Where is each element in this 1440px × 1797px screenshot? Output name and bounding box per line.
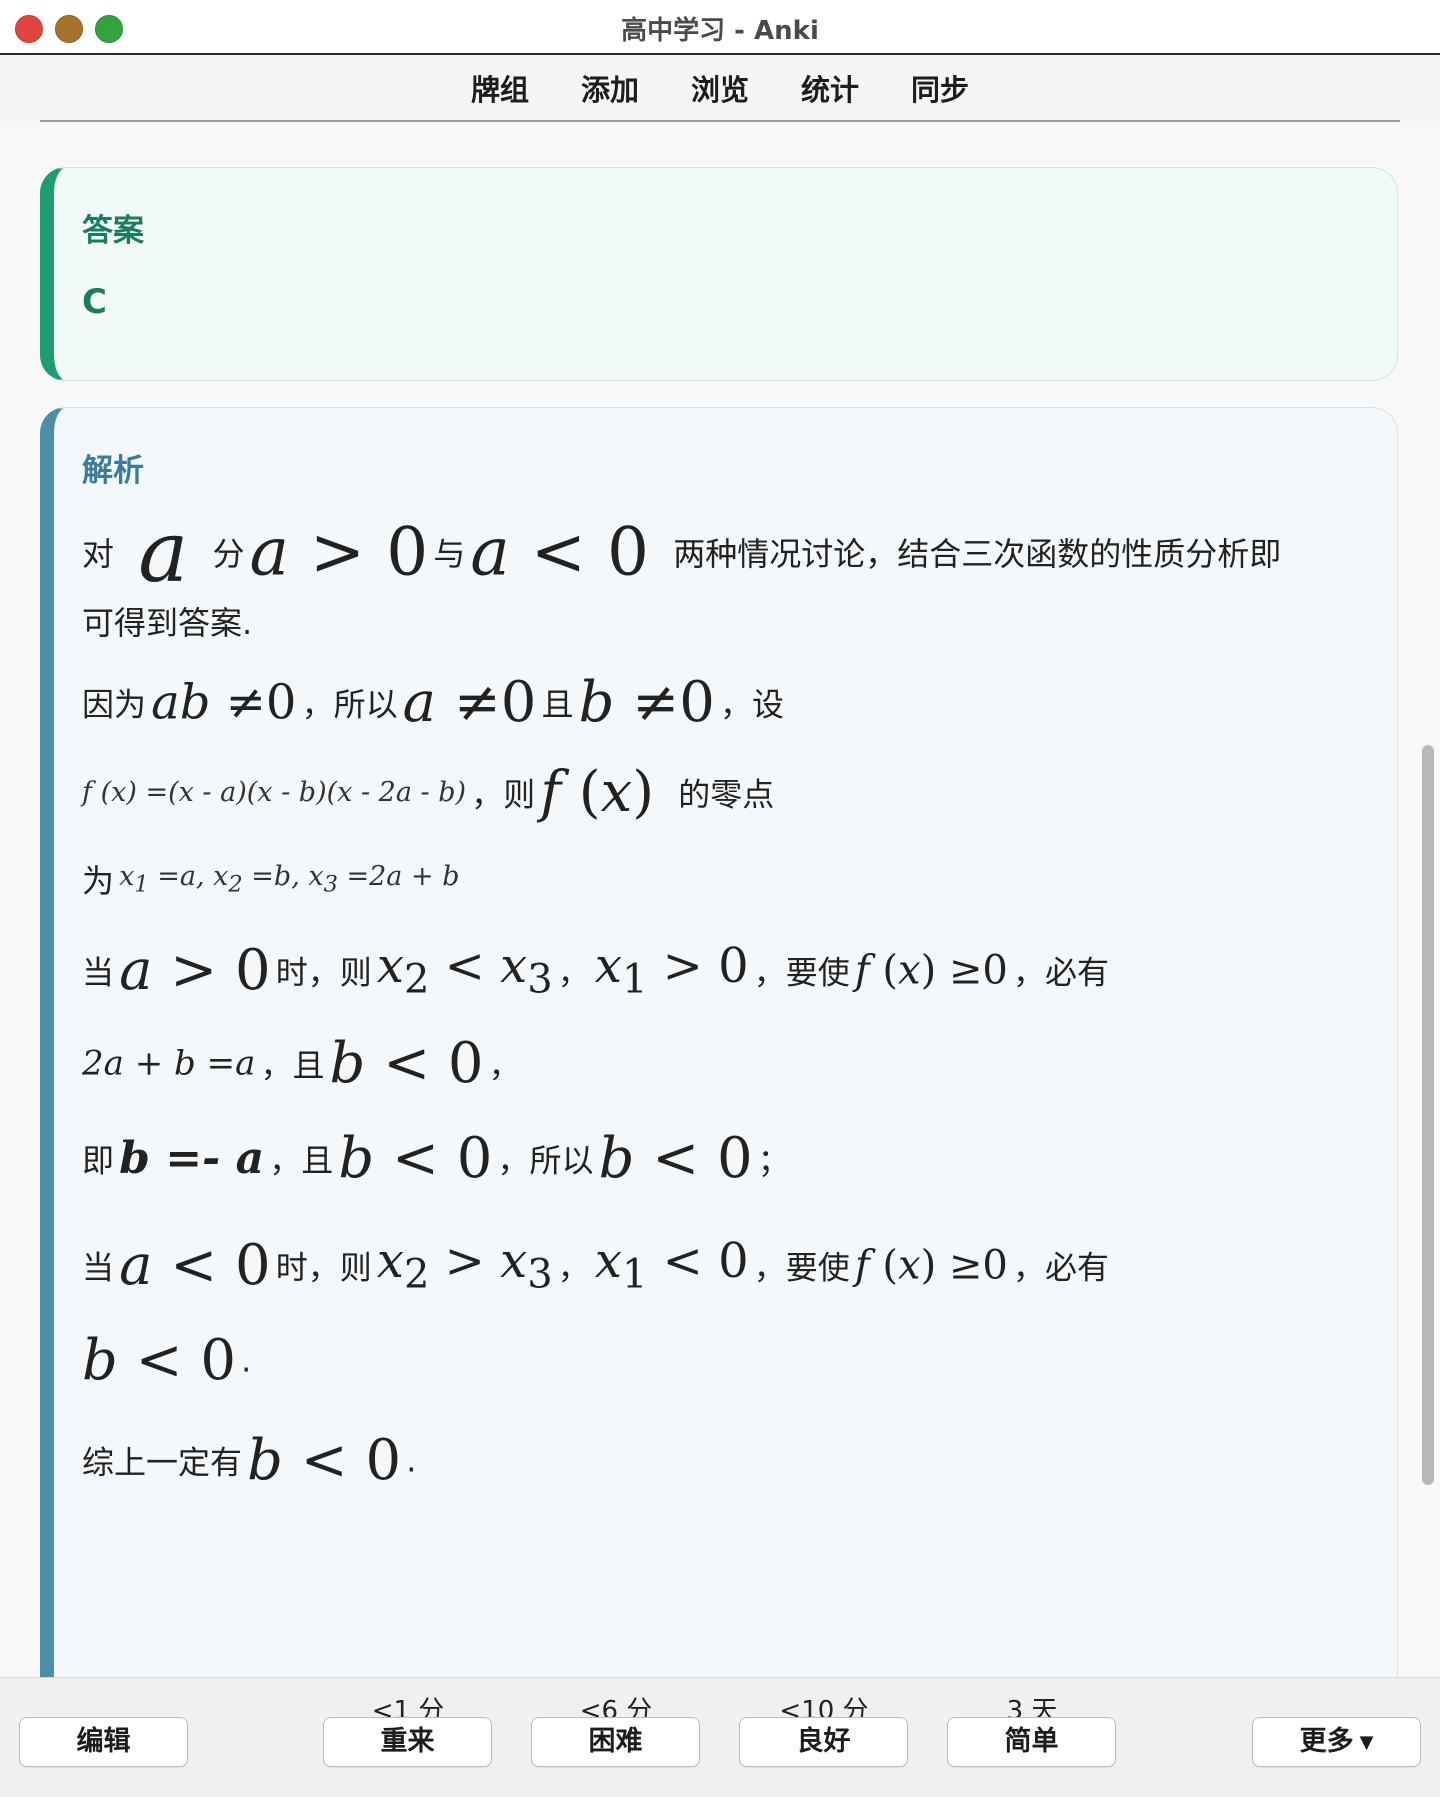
more-button[interactable]: 更多 ▼ (1252, 1717, 1421, 1767)
main-toolbar: 牌组 添加 浏览 统计 同步 (0, 55, 1440, 122)
analysis-line-9: 当 a < 0 时，则 x2 > x3 ， x1 < 0 ，要使 f (x) ≥… (82, 1233, 1109, 1298)
answer-card: 答案 C (40, 167, 1398, 381)
math-formula: f (x) =(x - a)(x - b)(x - 2a - b) (82, 777, 467, 808)
analysis-line-1: 对 a 分 a > 0 与 a < 0 两种情况讨论，结合三次函数的性质分析即 (82, 503, 1281, 601)
text: 即 (82, 1141, 115, 1180)
math-formula: b < 0 (338, 1126, 493, 1191)
caret-down-icon: ▼ (1359, 1731, 1374, 1753)
math-formula: b < 0 (82, 1328, 237, 1393)
analysis-line-8: 即 b =- a ，且 b < 0 ，所以 b < 0 ； (82, 1126, 790, 1191)
math-formula: ab ≠0 (151, 674, 297, 731)
math-formula: f (x) ≥0 (854, 1242, 1008, 1289)
toolbar-stats-link[interactable]: 统计 (801, 67, 859, 109)
text: ，则 (471, 775, 536, 814)
hard-button[interactable]: 困难 (531, 1717, 700, 1767)
scrollbar-thumb[interactable] (1422, 745, 1434, 1485)
analysis-line-6: 当 a > 0 时，则 x2 < x3 ， x1 > 0 ，要使 f (x) ≥… (82, 938, 1109, 1003)
text: 可得到答案. (82, 604, 253, 642)
answer-bar: 编辑 <1 分 重来 <6 分 困难 <10 分 良好 3 天 简单 更多 ▼ (0, 1677, 1440, 1797)
math-formula: b =- a (119, 1133, 265, 1184)
toolbar-sync-link[interactable]: 同步 (911, 67, 969, 109)
text: ，所以 (301, 685, 398, 724)
math-formula: x2 < x3 (376, 938, 553, 1003)
math-formula: a (138, 503, 189, 601)
toolbar-decks-link[interactable]: 牌组 (471, 67, 529, 109)
text: 与 (433, 535, 466, 573)
text: 分 (212, 535, 245, 573)
analysis-line-2: 可得到答案. (82, 598, 252, 644)
text: 当 (82, 1248, 115, 1287)
math-formula: a < 0 (470, 513, 650, 591)
answer-value: C (82, 282, 107, 322)
again-button[interactable]: 重来 (323, 1717, 492, 1767)
math-formula: x2 > x3 (376, 1233, 553, 1298)
text: ； (757, 1141, 790, 1180)
math-formula: x1 < 0 (594, 1233, 749, 1298)
good-button[interactable]: 良好 (739, 1717, 908, 1767)
math-formula: f (x) ≥0 (854, 947, 1008, 994)
title-bar: 高中学习 - Anki (0, 0, 1440, 55)
text: 且 (541, 685, 574, 724)
math-formula: x1 > 0 (594, 938, 749, 1003)
analysis-line-5: 为 x1 =a, x2 =b, x3 =2a + b (82, 856, 459, 902)
toolbar-browse-link[interactable]: 浏览 (691, 67, 749, 109)
text: ，且 (269, 1141, 334, 1180)
math-formula: b < 0 (247, 1428, 402, 1493)
text: 时，则 (275, 1248, 372, 1287)
analysis-line-10: b < 0 . (82, 1328, 251, 1393)
text: 当 (82, 953, 115, 992)
math-formula: 2a + b =a (82, 1043, 256, 1084)
text: ，要使 (753, 953, 850, 992)
edit-button[interactable]: 编辑 (19, 1717, 188, 1767)
math-formula: b < 0 (598, 1126, 753, 1191)
analysis-line-11: 综上一定有 b < 0 . (82, 1428, 416, 1493)
text: ，必有 (1012, 1248, 1109, 1287)
analysis-line-4: f (x) =(x - a)(x - b)(x - 2a - b) ，则 f (… (82, 760, 774, 825)
math-formula: f (x) (540, 760, 655, 825)
card-content: 答案 C 解析 对 a 分 a > 0 与 a < 0 两种情况讨论，结合三次函… (0, 122, 1440, 1677)
math-formula: a > 0 (249, 513, 429, 591)
easy-button[interactable]: 简单 (947, 1717, 1116, 1767)
answer-label: 答案 (82, 213, 144, 249)
text: ，所以 (497, 1141, 594, 1180)
text: ， (557, 953, 590, 992)
text: 两种情况讨论，结合三次函数的性质分析即 (673, 535, 1282, 573)
window-title: 高中学习 - Anki (621, 16, 819, 46)
math-formula: a ≠0 (402, 670, 537, 735)
text: . (241, 1341, 252, 1380)
text: ，要使 (753, 1248, 850, 1287)
math-formula: a < 0 (119, 1233, 271, 1298)
text: 对 (82, 535, 115, 573)
more-button-label: 更多 (1299, 1726, 1354, 1757)
text: 的零点 (678, 775, 775, 814)
math-formula: b < 0 (329, 1031, 484, 1096)
analysis-line-7: 2a + b =a ，且 b < 0 ， (82, 1031, 521, 1096)
math-formula: b ≠0 (578, 670, 715, 735)
anki-window: 高中学习 - Anki 牌组 添加 浏览 统计 同步 答案 C 解析 对 a 分 a >… (0, 0, 1440, 1797)
analysis-card: 解析 对 a 分 a > 0 与 a < 0 两种情况讨论，结合三次函数的性质分… (40, 407, 1398, 1677)
analysis-line-3: 因为 ab ≠0 ，所以 a ≠0 且 b ≠0 ，设 (82, 670, 784, 735)
text: . (406, 1441, 417, 1480)
text: 因为 (82, 685, 147, 724)
text: 时，则 (275, 953, 372, 992)
text: ，且 (260, 1046, 325, 1085)
toolbar-add-link[interactable]: 添加 (581, 67, 639, 109)
math-formula: a > 0 (119, 938, 271, 1003)
math-formula: x1 =a, x2 =b, x3 =2a + b (119, 860, 460, 898)
text: 为 (82, 862, 115, 900)
text: ，设 (719, 685, 784, 724)
analysis-label: 解析 (82, 453, 144, 489)
text: ，必有 (1012, 953, 1109, 992)
text: 综上一定有 (82, 1443, 243, 1482)
text: ， (488, 1046, 521, 1085)
text: ， (557, 1248, 590, 1287)
